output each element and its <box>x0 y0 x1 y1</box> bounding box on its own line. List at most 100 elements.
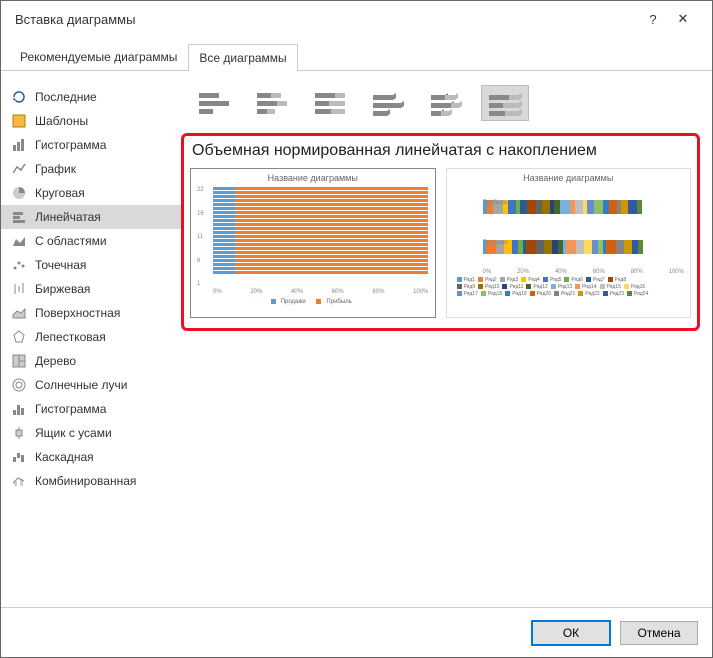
bar-row <box>213 191 429 194</box>
combo-chart-icon <box>11 473 27 489</box>
sidebar-item-column-chart[interactable]: Гистограмма <box>1 133 181 157</box>
help-button[interactable]: ? <box>638 12 668 27</box>
scatter-chart-icon <box>11 257 27 273</box>
surface-chart-icon <box>11 305 27 321</box>
legend-item: Ряд3 <box>500 277 519 284</box>
sunburst-icon <box>11 377 27 393</box>
legend-item: Ряд11 <box>502 284 523 291</box>
legend-item: Ряд8 <box>608 277 627 284</box>
bar-subtype-4[interactable] <box>365 85 413 121</box>
bar-row <box>213 235 429 238</box>
legend-item: Ряд23 <box>603 291 624 298</box>
sidebar-item-waterfall[interactable]: Каскадная <box>1 445 181 469</box>
bar-subtype-6[interactable] <box>481 85 529 121</box>
preview2-legend: Ряд1Ряд2Ряд3Ряд4Ряд5Ряд6Ряд7Ряд8Ряд9Ряд1… <box>453 275 685 300</box>
bar-row <box>213 271 429 274</box>
sidebar-item-label: Биржевая <box>35 282 90 296</box>
sidebar-item-boxwhisker[interactable]: Ящик с усами <box>1 421 181 445</box>
bar-chart-icon <box>11 209 27 225</box>
legend-item: Ряд1 <box>457 277 476 284</box>
bar-row <box>213 211 429 214</box>
legend-item: Ряд18 <box>481 291 502 298</box>
dialog-footer: ОК Отмена <box>1 607 712 657</box>
bar-row <box>213 187 429 190</box>
legend-item: Ряд7 <box>586 277 605 284</box>
preview2-xaxis: 0% 20% 40% 60% 80% 100% <box>453 267 685 275</box>
preview-highlight: Объемная нормированная линейчатая с нако… <box>181 133 700 331</box>
sidebar-item-stock-chart[interactable]: Биржевая <box>1 277 181 301</box>
sidebar-item-histogram[interactable]: Гистограмма <box>1 397 181 421</box>
sidebar-item-label: График <box>35 162 76 176</box>
legend-item: Ряд5 <box>543 277 562 284</box>
bar-row <box>213 255 429 258</box>
bar-subtype-2[interactable] <box>249 85 297 121</box>
sidebar-item-label: Гистограмма <box>35 402 106 416</box>
sidebar-item-label: Ящик с усами <box>35 426 112 440</box>
dialog-title: Вставка диаграммы <box>15 12 638 27</box>
stock-chart-icon <box>11 281 27 297</box>
histogram-icon <box>11 401 27 417</box>
legend-item: Ряд24 <box>627 291 648 298</box>
sidebar-item-label: Каскадная <box>35 450 94 464</box>
sidebar-item-templates[interactable]: Шаблоны <box>1 109 181 133</box>
bar-row <box>213 195 429 198</box>
sidebar-item-area-chart[interactable]: С областями <box>1 229 181 253</box>
legend-item: Ряд19 <box>505 291 526 298</box>
preview1-legend: Продажи Прибыль <box>197 299 429 305</box>
ylabel: 1 <box>197 281 204 287</box>
sidebar-item-sunburst[interactable]: Солнечные лучи <box>1 373 181 397</box>
preview2-plot: Прибыль Продажи <box>453 187 685 267</box>
bar-subtype-3[interactable] <box>307 85 355 121</box>
sidebar-item-bar-chart[interactable]: Линейчатая <box>1 205 181 229</box>
bar-subtype-5[interactable] <box>423 85 471 121</box>
bar-subtype-1[interactable] <box>191 85 239 121</box>
line-chart-icon <box>11 161 27 177</box>
bar-row <box>213 247 429 250</box>
recent-icon <box>11 89 27 105</box>
bar-row <box>213 243 429 246</box>
preview1-xaxis: 0% 20% 40% 60% 80% 100% <box>197 287 429 295</box>
sidebar-item-surface-chart[interactable]: Поверхностная <box>1 301 181 325</box>
legend-item: Ряд22 <box>578 291 599 298</box>
bar-row <box>213 203 429 206</box>
ylabel: 11 <box>197 234 204 240</box>
tab-recommended[interactable]: Рекомендуемые диаграммы <box>9 43 188 70</box>
sidebar-item-line-chart[interactable]: График <box>1 157 181 181</box>
ylabel: 22 <box>197 187 204 193</box>
bar-row <box>213 259 429 262</box>
bar-row <box>213 207 429 210</box>
tab-all[interactable]: Все диаграммы <box>188 44 297 71</box>
bar-row <box>213 231 429 234</box>
bar-subtypes-row <box>181 81 700 133</box>
legend-item: Ряд9 <box>457 284 476 291</box>
close-button[interactable]: ✕ <box>668 11 698 27</box>
treemap-icon <box>11 353 27 369</box>
legend-item: Ряд16 <box>624 284 645 291</box>
tab-strip: Рекомендуемые диаграммы Все диаграммы <box>1 43 712 71</box>
sidebar-item-recent[interactable]: Последние <box>1 85 181 109</box>
bar-row <box>213 215 429 218</box>
waterfall-icon <box>11 449 27 465</box>
sidebar-item-label: Лепестковая <box>35 330 106 344</box>
boxwhisker-icon <box>11 425 27 441</box>
sidebar-item-label: Точечная <box>35 258 86 272</box>
ok-button[interactable]: ОК <box>532 621 610 645</box>
chart-preview-2[interactable]: Название диаграммы Прибыль Продажи <box>446 168 692 318</box>
legend-item: Ряд17 <box>457 291 478 298</box>
preview1-title: Название диаграммы <box>197 173 429 183</box>
sidebar-item-pie-chart[interactable]: Круговая <box>1 181 181 205</box>
sidebar-item-treemap[interactable]: Дерево <box>1 349 181 373</box>
sidebar-item-combo-chart[interactable]: Комбинированная <box>1 469 181 493</box>
cancel-button[interactable]: Отмена <box>620 621 698 645</box>
legend-item: Ряд15 <box>600 284 621 291</box>
sidebar-item-scatter-chart[interactable]: Точечная <box>1 253 181 277</box>
preview1-plot: 22 16 11 6 1 <box>197 187 429 287</box>
sidebar-item-label: Шаблоны <box>35 114 88 128</box>
chart-category-sidebar: Последние Шаблоны Гистограмма График Кругова… <box>1 71 181 607</box>
bar-row <box>213 239 429 242</box>
chart-preview-1[interactable]: Название диаграммы 22 16 11 6 1 <box>190 168 436 318</box>
area-chart-icon <box>11 233 27 249</box>
bar-row <box>213 251 429 254</box>
sidebar-item-radar-chart[interactable]: Лепестковая <box>1 325 181 349</box>
legend-item: Ряд12 <box>526 284 547 291</box>
